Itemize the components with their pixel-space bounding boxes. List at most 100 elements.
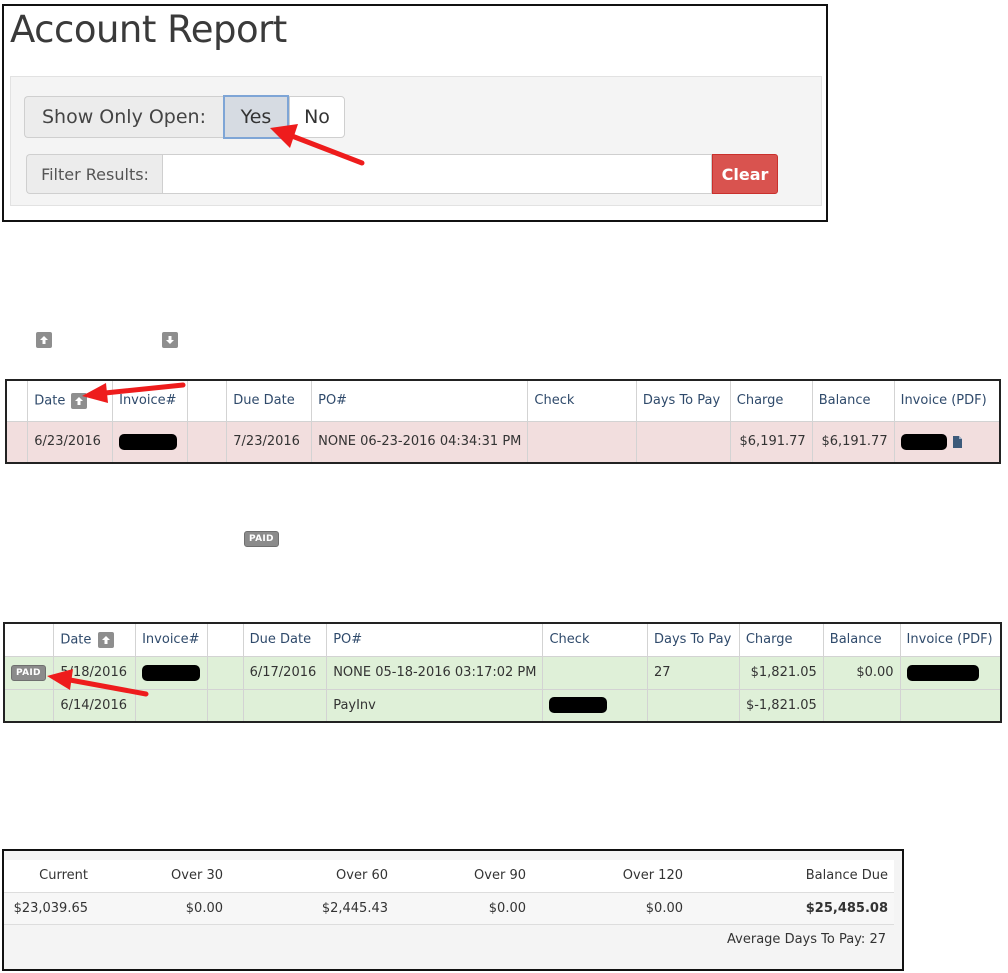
cell-check: [542, 688, 648, 723]
show-only-open-label: Show Only Open:: [24, 96, 223, 138]
aging-balance-due: $25,485.08: [805, 900, 888, 916]
average-days-value: 27: [869, 932, 886, 947]
cell-balance: [822, 688, 901, 723]
cell-balance: $6,191.77: [811, 420, 895, 464]
cell-date: 6/14/2016: [53, 688, 137, 723]
average-days-label: Average Days To Pay:: [727, 932, 866, 947]
cell-due-date: 7/23/2016: [226, 420, 313, 464]
redacted-pdf-link[interactable]: [906, 664, 979, 681]
page-title: Account Report: [10, 8, 287, 51]
aging-over-60: $2,445.43: [321, 900, 388, 916]
header-status: [5, 379, 29, 422]
aging-header-over-30: Over 30: [171, 868, 223, 884]
cell-charge: $1,821.05: [738, 655, 824, 690]
header-date[interactable]: Date: [53, 622, 137, 657]
header-status: [3, 622, 55, 657]
header-date-label: Date: [60, 632, 92, 648]
filter-results-label: Filter Results:: [26, 154, 163, 194]
aging-header-over-120: Over 120: [622, 868, 683, 884]
header-check[interactable]: Check: [527, 379, 637, 422]
cell-po: NONE 06-23-2016 04:34:31 PM: [311, 420, 529, 464]
cell-due-date: 6/17/2016: [242, 655, 328, 690]
redacted-invoice-number: [119, 433, 178, 450]
cell-po: PayInv: [326, 688, 544, 723]
cell-days-to-pay: [635, 420, 731, 464]
sort-ascending-icon[interactable]: [71, 392, 88, 409]
aging-header-current: Current: [39, 868, 88, 884]
aging-over-30: $0.00: [185, 900, 223, 916]
aging-over-120: $0.00: [645, 900, 683, 916]
aging-over-90: $0.00: [488, 900, 526, 916]
average-days-to-pay: Average Days To Pay: 27: [600, 932, 886, 947]
show-open-yes-button[interactable]: Yes: [223, 95, 289, 139]
cell-date: 6/23/2016: [27, 420, 114, 464]
header-days-to-pay[interactable]: Days To Pay: [646, 622, 740, 657]
header-due-date[interactable]: Due Date: [226, 379, 313, 422]
cell-charge: $6,191.77: [729, 420, 813, 464]
cell-blank: [206, 688, 244, 723]
aging-summary-table: Current Over 30 Over 60 Over 90 Over 120…: [4, 860, 894, 925]
header-invoice-pdf[interactable]: Invoice (PDF): [899, 622, 1002, 657]
cell-days-to-pay: [646, 688, 740, 723]
cell-invoice: [135, 688, 208, 723]
header-po[interactable]: PO#: [311, 379, 529, 422]
show-open-no-button[interactable]: No: [289, 96, 345, 138]
table-row: PAID 5/18/2016 6/17/2016 NONE 05-18-2016…: [3, 655, 1002, 690]
header-due-date[interactable]: Due Date: [242, 622, 328, 657]
cell-status: [5, 420, 29, 464]
table-row: 6/23/2016 7/23/2016 NONE 06-23-2016 04:3…: [5, 420, 1001, 464]
cell-date: 5/18/2016: [53, 655, 137, 690]
cell-due-date: [242, 688, 328, 723]
cell-invoice: [135, 655, 208, 690]
cell-days-to-pay: 27: [646, 655, 740, 690]
table-header-row: Date Invoice# Due Date PO# Check Days To…: [3, 622, 1002, 657]
header-blank: [206, 622, 244, 657]
header-balance[interactable]: Balance: [822, 622, 901, 657]
cell-invoice-pdf[interactable]: [899, 655, 1002, 690]
paid-badge-legend: PAID: [244, 531, 279, 547]
header-po[interactable]: PO#: [326, 622, 544, 657]
cell-invoice: [112, 420, 188, 464]
redacted-pdf-link[interactable]: [900, 433, 947, 450]
header-balance[interactable]: Balance: [811, 379, 895, 422]
sort-ascending-icon[interactable]: [97, 631, 114, 648]
cell-invoice-pdf: [899, 688, 1002, 723]
paid-invoice-table: Date Invoice# Due Date PO# Check Days To…: [3, 622, 1002, 723]
redacted-check-number: [549, 697, 608, 714]
cell-balance: $0.00: [822, 655, 901, 690]
cell-blank: [186, 420, 228, 464]
pdf-file-icon[interactable]: [952, 435, 962, 448]
filter-results-input[interactable]: [162, 154, 712, 194]
aging-header-over-90: Over 90: [474, 868, 526, 884]
table-row: 6/14/2016 PayInv $-1,821.05: [3, 688, 1002, 723]
header-days-to-pay[interactable]: Days To Pay: [635, 379, 731, 422]
cell-status: [3, 688, 55, 723]
cell-status: PAID: [3, 655, 55, 690]
aging-current: $23,039.65: [13, 900, 88, 916]
header-check[interactable]: Check: [542, 622, 648, 657]
header-charge[interactable]: Charge: [738, 622, 824, 657]
cell-check: [527, 420, 637, 464]
redacted-invoice-number: [142, 664, 201, 681]
header-date-label: Date: [34, 393, 66, 409]
open-invoice-table: Date Invoice# Due Date PO# Check Days To…: [5, 379, 1001, 464]
clear-button[interactable]: Clear: [712, 154, 778, 194]
header-date[interactable]: Date: [27, 379, 114, 422]
table-header-row: Date Invoice# Due Date PO# Check Days To…: [5, 379, 1001, 422]
header-invoice[interactable]: Invoice#: [135, 622, 208, 657]
header-invoice[interactable]: Invoice#: [112, 379, 188, 422]
aging-header-over-60: Over 60: [336, 868, 388, 884]
header-invoice-pdf[interactable]: Invoice (PDF): [893, 379, 1001, 422]
sort-descending-icon: [162, 332, 178, 348]
cell-check: [542, 655, 648, 690]
header-blank: [186, 379, 228, 422]
cell-po: NONE 05-18-2016 03:17:02 PM: [326, 655, 544, 690]
header-charge[interactable]: Charge: [729, 379, 813, 422]
cell-invoice-pdf[interactable]: [893, 420, 1001, 464]
paid-badge: PAID: [11, 665, 46, 681]
aging-header-balance-due: Balance Due: [805, 868, 888, 884]
sort-ascending-icon: [36, 332, 52, 348]
cell-charge: $-1,821.05: [738, 688, 824, 723]
aging-values-row: $23,039.65 $0.00 $2,445.43 $0.00 $0.00 $…: [4, 892, 894, 924]
aging-header-row: Current Over 30 Over 60 Over 90 Over 120…: [4, 860, 894, 892]
